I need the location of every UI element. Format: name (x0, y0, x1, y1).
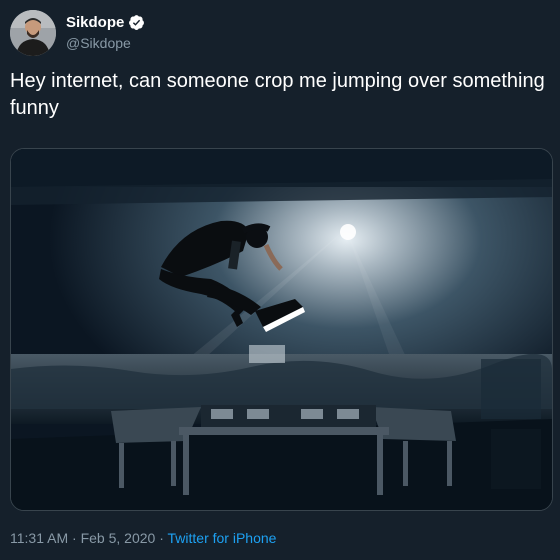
author-name-row[interactable]: Sikdope (66, 14, 145, 31)
tweet-date[interactable]: Feb 5, 2020 (81, 530, 156, 546)
tweet-meta: 11:31 AM · Feb 5, 2020 · Twitter for iPh… (10, 530, 276, 546)
tweet-source-link[interactable]: Twitter for iPhone (168, 530, 277, 546)
author-display-name[interactable]: Sikdope (66, 14, 124, 31)
meta-separator: · (159, 530, 164, 546)
verified-badge-icon (128, 14, 145, 31)
concert-photo-icon (11, 149, 552, 510)
meta-separator: · (72, 530, 77, 546)
tweet-photo[interactable] (10, 148, 553, 511)
tweet-card: Sikdope @Sikdope Hey internet, can someo… (0, 0, 560, 560)
author-handle[interactable]: @Sikdope (66, 35, 131, 51)
tweet-text: Hey internet, can someone crop me jumpin… (10, 70, 545, 119)
avatar[interactable] (10, 10, 56, 56)
tweet-time[interactable]: 11:31 AM (10, 530, 68, 546)
avatar-photo-icon (10, 10, 56, 56)
